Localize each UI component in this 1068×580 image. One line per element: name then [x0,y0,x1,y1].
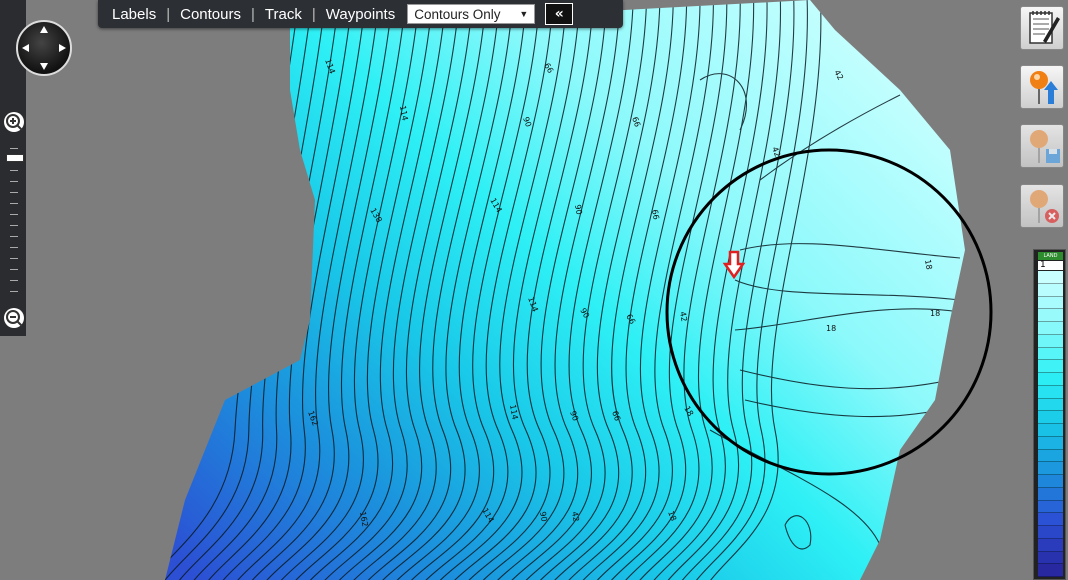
zoom-slider-tick [10,225,18,226]
legend-color-cell [1038,462,1063,475]
zoom-slider-tick [10,203,18,204]
legend-color-cell [1038,564,1063,577]
legend-color-cell [1038,360,1063,373]
view-mode-select[interactable]: Contours Only ▼ [407,4,536,24]
legend-color-cell [1038,551,1063,565]
zoom-slider[interactable] [4,140,24,300]
legend-color-cell [1038,513,1063,526]
bathymetry-map[interactable]: 1141141381621621141141141149090909090666… [0,0,1068,580]
zoom-slider-tick [10,280,18,281]
labels-link[interactable]: Labels [108,6,160,23]
legend-color-cell [1038,424,1063,437]
legend-color-cell [1038,309,1063,322]
collapse-toolbar-button[interactable]: « [545,3,574,25]
separator: | [311,5,316,23]
zoom-slider-tick [10,269,18,270]
legend-color-cell [1038,322,1063,335]
zoom-out-icon[interactable] [4,308,24,328]
pan-control-icon[interactable] [16,20,72,76]
legend-color-cell [1038,347,1063,361]
zoom-in-icon[interactable] [4,112,24,132]
legend-color-cell [1038,271,1063,284]
contours-link[interactable]: Contours [176,6,245,23]
save-waypoint-icon [1030,130,1060,163]
legend-color-cell [1038,411,1063,424]
legend-color-cell [1038,436,1063,450]
legend-color-cell [1038,487,1063,501]
contour-depth-label: 18 [930,309,940,318]
add-waypoint-icon [1030,71,1058,104]
legend-color-cell [1038,373,1063,386]
save-waypoint-button[interactable] [1020,124,1064,168]
legend-color-cell [1038,296,1063,310]
delete-waypoint-icon [1030,190,1059,223]
notepad-button[interactable] [1020,6,1064,50]
separator: | [166,5,171,23]
legend-color-cell [1038,538,1063,552]
contour-depth-label: 90 [538,511,549,523]
contour-depth-label: 66 [650,209,661,221]
notepad-icon [1029,11,1060,44]
legend-color-cell [1038,475,1063,488]
legend-color-cell [1038,398,1063,412]
layer-toolbar: Labels | Contours | Track | Waypoints Co… [98,0,623,28]
delete-waypoint-button[interactable] [1020,184,1064,228]
legend-color-scale [1038,271,1063,577]
zoom-slider-tick [10,291,18,292]
legend-color-cell [1038,449,1063,463]
waypoints-link[interactable]: Waypoints [322,6,399,23]
contour-depth-label: 42 [678,311,689,323]
zoom-slider-tick [10,214,18,215]
view-mode-value: Contours Only [414,6,501,22]
contour-depth-label: 18 [923,259,934,271]
chevron-down-icon: ▼ [519,9,529,19]
zoom-slider-tick [10,181,18,182]
zoom-slider-tick [10,236,18,237]
legend-color-cell [1038,526,1063,539]
legend-first-value: 1 [1038,261,1063,270]
zoom-slider-handle[interactable] [6,154,24,162]
add-waypoint-button[interactable] [1020,65,1064,109]
legend-land-label: LAND [1038,252,1063,260]
contour-depth-label: 42 [570,511,581,523]
track-link[interactable]: Track [261,6,306,23]
legend-color-cell [1038,334,1063,348]
legend-color-cell [1038,385,1063,399]
contour-depth-label: 90 [573,204,584,216]
contour-depth-label: 18 [826,324,836,333]
zoom-slider-tick [10,247,18,248]
legend-color-cell [1038,500,1063,514]
zoom-slider-tick [10,258,18,259]
legend-color-cell [1038,283,1063,297]
zoom-slider-tick [10,170,18,171]
depth-legend: LAND 1 [1033,249,1066,580]
zoom-slider-tick [10,148,18,149]
zoom-slider-tick [10,192,18,193]
separator: | [250,5,255,23]
